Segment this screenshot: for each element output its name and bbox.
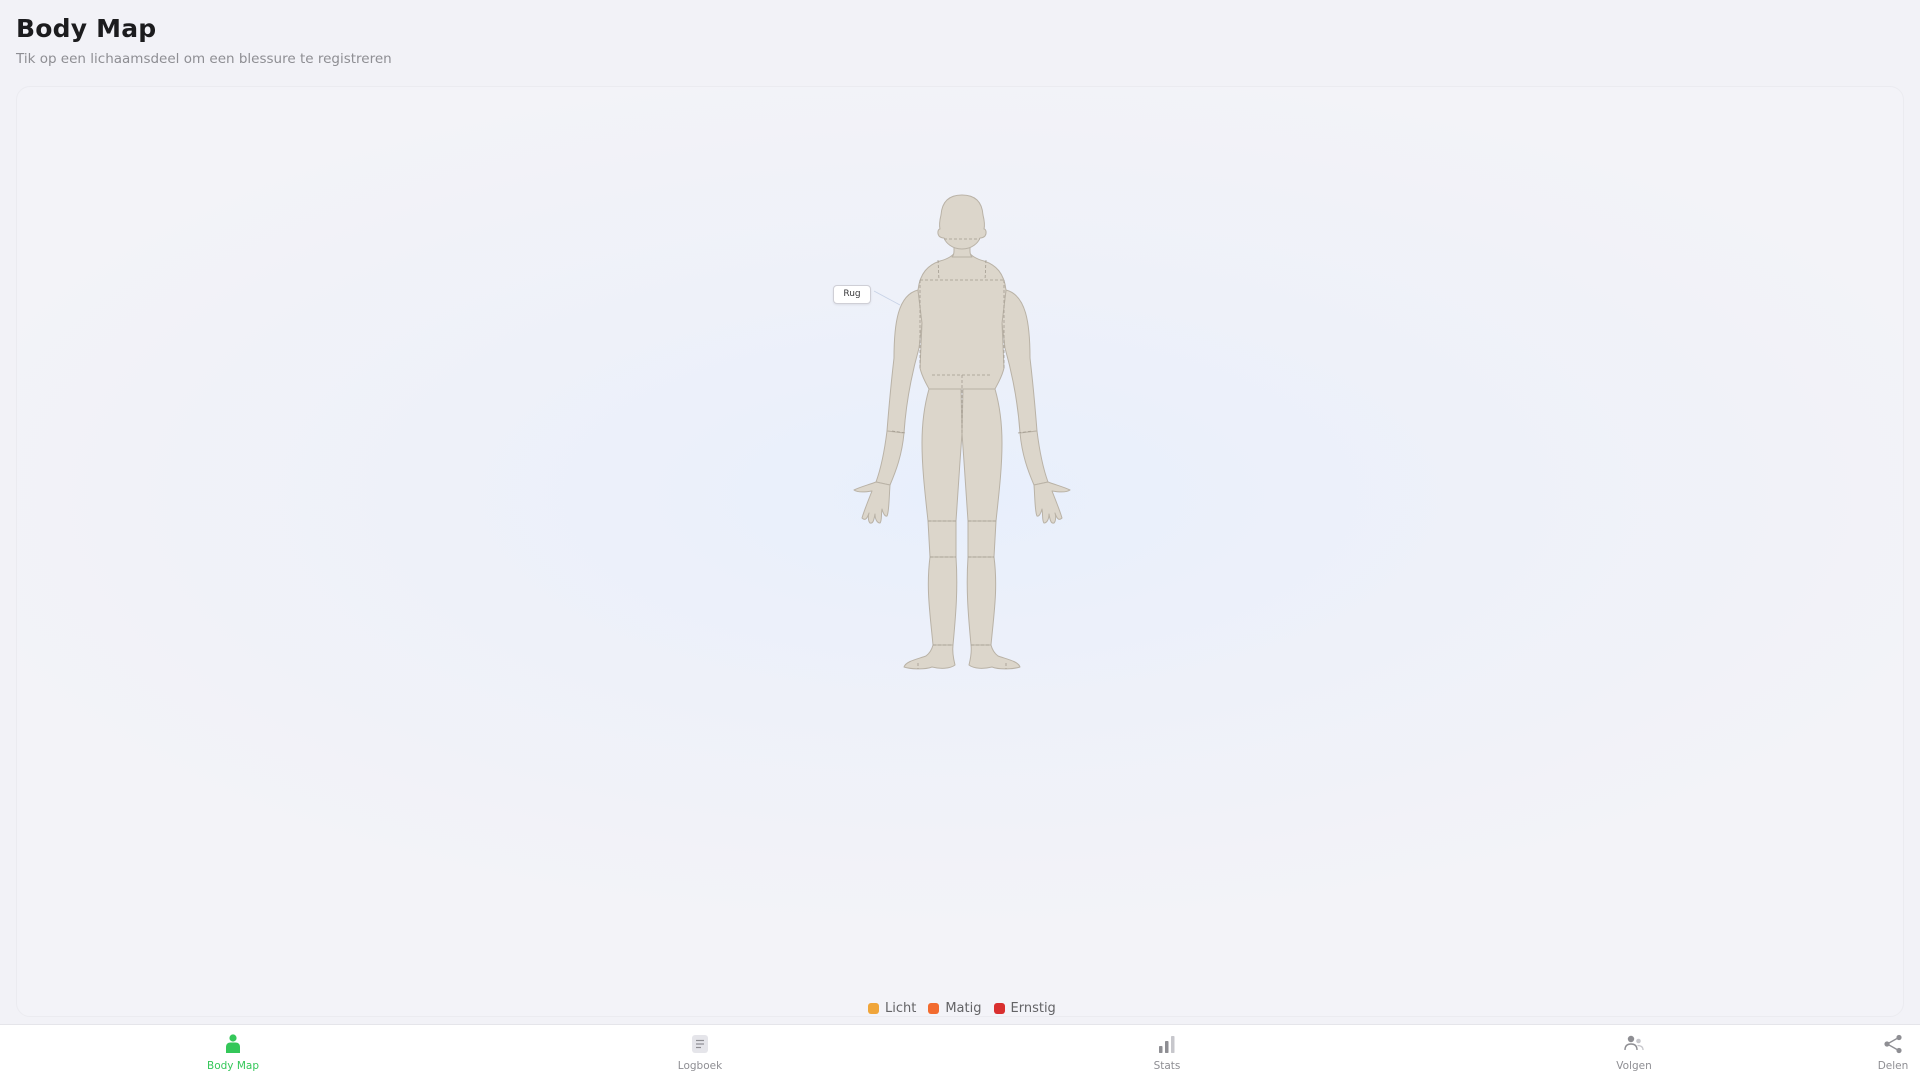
chest-region[interactable]: [917, 250, 1007, 390]
tab-label-volgen: Volgen: [1616, 1060, 1652, 1072]
share-icon: [1884, 1034, 1902, 1054]
right-hand-region[interactable]: [1033, 481, 1071, 524]
tab-label-stats: Stats: [1153, 1060, 1181, 1072]
left-upper-arm-region[interactable]: [886, 289, 923, 434]
legend-item-severe: Ernstig: [993, 1000, 1056, 1016]
page-subtitle: Tik op een lichaamsdeel om een blessure …: [16, 51, 392, 67]
right-foot-region[interactable]: [968, 644, 1021, 670]
tab-label-body-map: Body Map: [206, 1060, 259, 1072]
tab-stats[interactable]: Stats: [1107, 1033, 1227, 1072]
right-forearm-region[interactable]: [1019, 430, 1049, 486]
head-region[interactable]: [937, 194, 987, 250]
page-title: Body Map: [16, 14, 157, 43]
header: Body Map Tik op een lichaamsdeel om een …: [16, 14, 392, 67]
legend-item-moderate: Matig: [928, 1000, 982, 1016]
right-knee-region[interactable]: [967, 520, 997, 558]
right-upper-leg-region[interactable]: [961, 388, 1003, 522]
left-hand-region[interactable]: [853, 481, 891, 524]
person-icon: [226, 1034, 240, 1053]
legend-swatch-severe: [993, 1002, 1005, 1014]
right-lower-leg-region[interactable]: [966, 556, 997, 646]
tab-bar: Body Map Logboek Stats Volgen Delen: [0, 1024, 1920, 1080]
tab-label-logboek: Logboek: [677, 1060, 723, 1072]
body-figure: [853, 194, 1071, 670]
legend-label-severe: Ernstig: [1010, 1000, 1056, 1016]
left-lower-leg-region[interactable]: [927, 556, 958, 646]
tab-label-delen: Delen: [1877, 1060, 1909, 1072]
left-knee-region[interactable]: [927, 520, 957, 558]
logbook-icon: [692, 1035, 708, 1053]
legend-swatch-moderate: [928, 1002, 940, 1014]
legend-label-light: Licht: [885, 1000, 917, 1016]
left-foot-region[interactable]: [903, 644, 956, 670]
legend-label-moderate: Matig: [945, 1000, 982, 1016]
tab-volgen[interactable]: Volgen: [1574, 1033, 1694, 1072]
right-upper-arm-region[interactable]: [1001, 289, 1038, 434]
legend-swatch-light: [868, 1002, 879, 1014]
bar-chart-icon: [1159, 1036, 1175, 1053]
left-upper-leg-region[interactable]: [921, 388, 963, 522]
people-icon: [1624, 1035, 1644, 1051]
severity-legend: Licht Matig Ernstig: [868, 998, 1056, 1018]
tab-logboek[interactable]: Logboek: [640, 1033, 760, 1072]
legend-item-light: Licht: [868, 1001, 916, 1016]
tab-delen[interactable]: Delen: [1833, 1033, 1920, 1072]
region-label-rug[interactable]: Rug: [833, 285, 871, 304]
left-forearm-region[interactable]: [875, 430, 905, 486]
tab-body-map[interactable]: Body Map: [173, 1033, 293, 1072]
